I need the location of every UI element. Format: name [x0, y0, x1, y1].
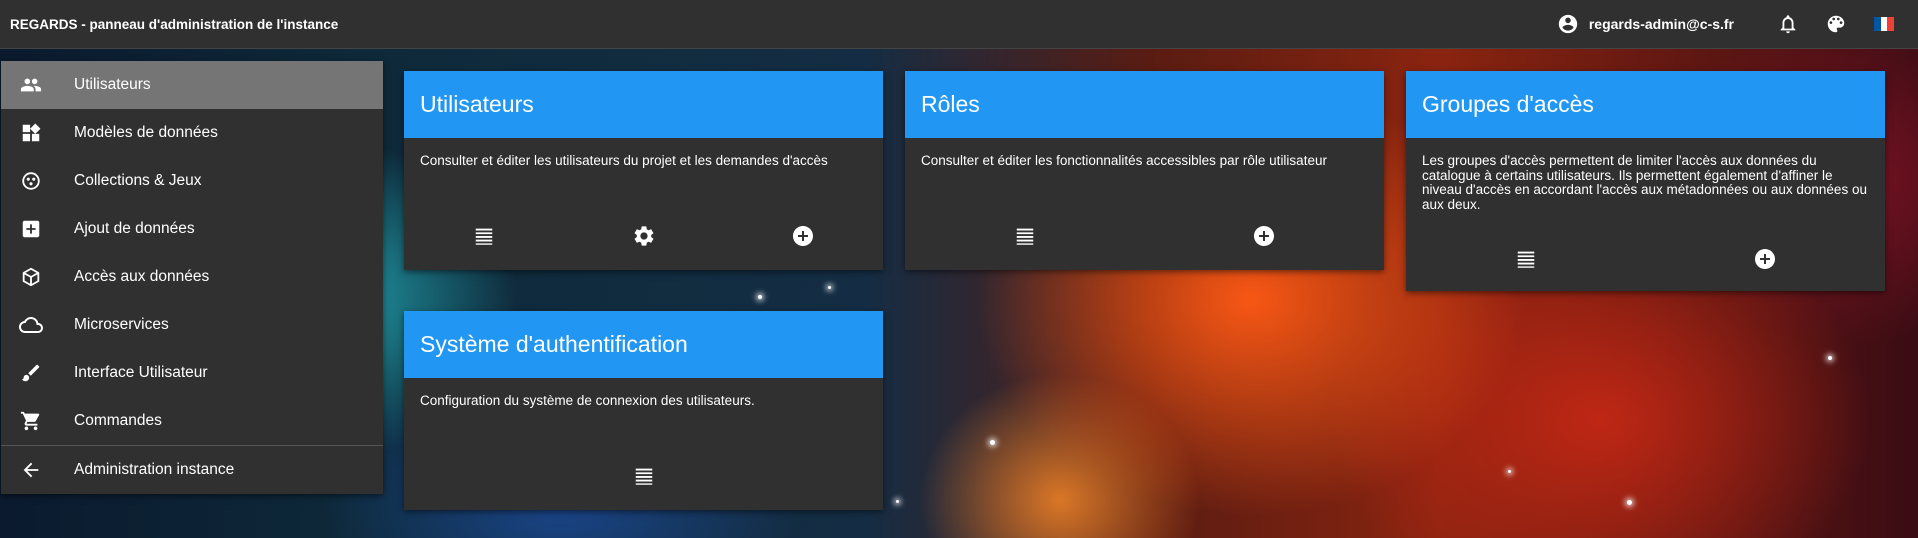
add-circle-icon [793, 226, 814, 246]
sidebar-item-data-access[interactable]: Accès aux données [1, 253, 383, 301]
add-role-button[interactable] [1145, 218, 1385, 254]
language-button[interactable] [1860, 0, 1908, 48]
list-icon [635, 468, 652, 485]
card-description: Consulter et éditer les fonctionnalités … [921, 153, 1327, 168]
card-description: Les groupes d'accès permettent de limite… [1422, 153, 1867, 212]
list-roles-button[interactable] [905, 218, 1145, 254]
card-users: Utilisateurs Consulter et éditer les uti… [404, 71, 883, 270]
flag-fr-icon [1874, 17, 1895, 31]
palette-icon [1827, 15, 1845, 33]
add-circle-icon [1755, 249, 1776, 269]
card-title: Rôles [905, 71, 1384, 138]
card-title: Système d'authentification [404, 311, 883, 378]
sidebar-item-add-data[interactable]: Ajout de données [1, 205, 383, 253]
users-settings-button[interactable] [564, 218, 724, 254]
sidebar-item-label: Modèles de données [74, 124, 218, 141]
sidebar-item-label: Collections & Jeux [74, 172, 202, 189]
brush-icon [19, 361, 43, 385]
arrow-back-icon [19, 458, 43, 482]
card-roles: Rôles Consulter et éditer les fonctionna… [905, 71, 1384, 270]
gear-icon [634, 226, 653, 246]
card-actions [1406, 241, 1885, 277]
sidebar-item-label: Commandes [74, 412, 162, 429]
list-users-button[interactable] [404, 218, 564, 254]
sidebar-item-instance-admin[interactable]: Administration instance [1, 446, 383, 494]
users-icon [19, 73, 43, 97]
list-access-groups-button[interactable] [1406, 241, 1646, 277]
sidebar-item-label: Accès aux données [74, 268, 210, 285]
list-icon [1517, 251, 1534, 268]
card-title: Utilisateurs [404, 71, 883, 138]
sidebar-item-label: Interface Utilisateur [74, 364, 208, 381]
sidebar-item-data-models[interactable]: Modèles de données [1, 109, 383, 157]
card-actions [404, 218, 883, 254]
cart-icon [19, 409, 43, 433]
sidebar-item-label: Administration instance [74, 461, 235, 478]
bubbles-icon [19, 169, 43, 193]
card-access-groups: Groupes d'accès Les groupes d'accès perm… [1406, 71, 1885, 291]
add-access-group-button[interactable] [1646, 241, 1886, 277]
theme-button[interactable] [1812, 0, 1860, 48]
card-authentication: Système d'authentification Configuration… [404, 311, 883, 510]
add-user-button[interactable] [723, 218, 883, 254]
sidebar-item-ui[interactable]: Interface Utilisateur [1, 349, 383, 397]
app-title: REGARDS - panneau d'administration de l'… [10, 16, 339, 32]
user-email: regards-admin@c-s.fr [1588, 16, 1734, 32]
card-description: Configuration du système de connexion de… [420, 393, 755, 408]
sidebar-item-label: Ajout de données [74, 220, 195, 237]
card-actions [905, 218, 1384, 254]
account-circle-icon [1558, 14, 1578, 34]
sidebar-menu: Utilisateurs Modèles de données Collecti… [1, 61, 383, 494]
sidebar-item-users[interactable]: Utilisateurs [1, 61, 383, 109]
sidebar-item-orders[interactable]: Commandes [1, 397, 383, 445]
add-circle-icon [1254, 226, 1275, 246]
app-bar-actions: regards-admin@c-s.fr [1557, 0, 1908, 48]
card-description: Consulter et éditer les utilisateurs du … [420, 153, 828, 168]
bell-icon [1780, 15, 1796, 34]
notifications-button[interactable] [1764, 0, 1812, 48]
widgets-icon [19, 121, 43, 145]
app-bar: REGARDS - panneau d'administration de l'… [0, 0, 1918, 49]
list-auth-plugins-button[interactable] [404, 458, 883, 494]
card-title: Groupes d'accès [1406, 71, 1885, 138]
cloud-icon [19, 313, 43, 337]
list-icon [475, 228, 493, 245]
sidebar-item-collections[interactable]: Collections & Jeux [1, 157, 383, 205]
user-menu-button[interactable]: regards-admin@c-s.fr [1557, 13, 1734, 35]
sidebar-item-microservices[interactable]: Microservices [1, 301, 383, 349]
sidebar-item-label: Utilisateurs [74, 76, 151, 93]
list-icon [1016, 228, 1033, 245]
sidebar-item-label: Microservices [74, 316, 169, 333]
card-actions [404, 458, 883, 494]
add-box-icon [19, 217, 43, 241]
cube-icon [19, 265, 43, 289]
